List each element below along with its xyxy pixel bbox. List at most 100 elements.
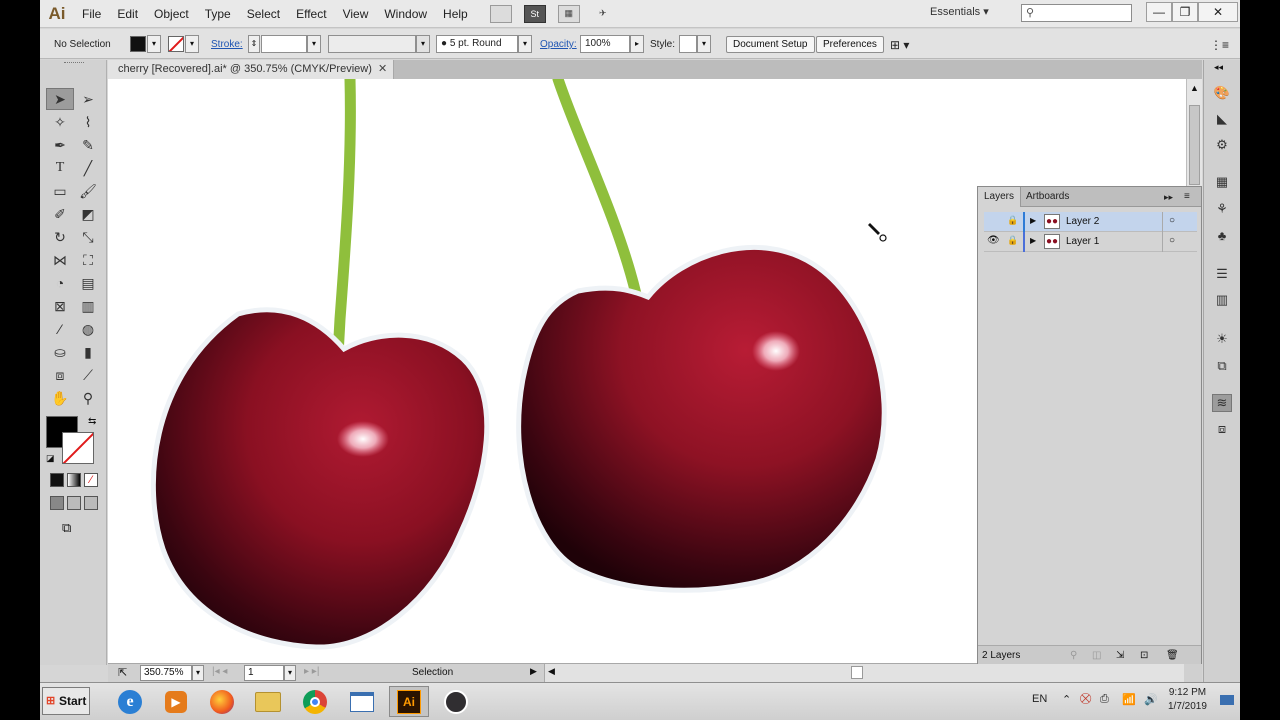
preferences-button[interactable]: Preferences xyxy=(816,36,884,53)
restore-button[interactable]: ❐ xyxy=(1172,2,1198,22)
panel-menu-icon[interactable]: ⋮≡ xyxy=(1210,36,1229,54)
stroke-color-swatch[interactable] xyxy=(168,36,184,52)
language-indicator[interactable]: EN xyxy=(1032,693,1047,705)
arrange-documents-icon[interactable]: ▦ xyxy=(557,4,580,23)
lock-icon[interactable]: 🔒 xyxy=(1007,235,1018,246)
artboards-panel-icon[interactable]: ⧈ xyxy=(1212,420,1232,438)
gradient-panel-icon[interactable]: ▥ xyxy=(1212,291,1232,309)
rectangle-tool-icon[interactable]: ▭ xyxy=(46,180,74,202)
layer-name[interactable]: Layer 2 xyxy=(1066,216,1099,227)
menu-effect[interactable]: Effect xyxy=(288,0,334,28)
scroll-up-icon[interactable]: ▲ xyxy=(1190,83,1199,93)
appearance-icon[interactable]: ☀ xyxy=(1212,330,1232,348)
illustrator-taskbar-icon[interactable]: Ai xyxy=(389,686,429,717)
draw-normal-icon[interactable] xyxy=(50,496,64,510)
opacity-label[interactable]: Opacity: xyxy=(540,36,577,54)
magic-wand-tool-icon[interactable]: ✧ xyxy=(46,111,74,133)
shape-builder-tool-icon[interactable]: ◔ xyxy=(46,272,74,294)
visibility-eye-icon[interactable]: 👁 xyxy=(987,235,1000,246)
menu-window[interactable]: Window xyxy=(376,0,435,28)
obs-icon[interactable] xyxy=(436,686,476,717)
chrome-icon[interactable] xyxy=(295,686,335,717)
scale-tool-icon[interactable]: ⤡ xyxy=(74,226,102,248)
zoom-level-input[interactable]: 350.75% xyxy=(140,665,192,681)
draw-behind-icon[interactable] xyxy=(67,496,81,510)
stroke-panel-icon[interactable]: ☰ xyxy=(1212,265,1232,283)
zoom-tool-icon[interactable]: ⚲ xyxy=(74,387,102,409)
status-menu-icon[interactable]: ▶ xyxy=(530,666,537,677)
tray-app-icon[interactable]: ⛒ xyxy=(1080,693,1091,706)
last-artboard-icon[interactable]: ▸ ▸| xyxy=(304,666,319,677)
show-hidden-icons-icon[interactable]: ⌃ xyxy=(1062,693,1071,706)
slice-tool-icon[interactable]: ⟋ xyxy=(74,364,102,386)
create-sublayer-icon[interactable]: ⇲ xyxy=(1116,646,1124,665)
gradient-mode-icon[interactable] xyxy=(67,473,81,487)
fill-color-swatch[interactable] xyxy=(130,36,146,52)
internet-explorer-icon[interactable]: e xyxy=(110,686,150,717)
gpu-performance-icon[interactable]: ✈ xyxy=(592,5,614,23)
rotate-tool-icon[interactable]: ↻ xyxy=(46,226,74,248)
eraser-tool-icon[interactable]: ◩ xyxy=(74,203,102,225)
document-setup-button[interactable]: Document Setup xyxy=(726,36,815,53)
minimize-button[interactable]: — xyxy=(1146,2,1172,22)
screen-mode-icon[interactable]: ⧉ xyxy=(62,520,71,536)
layer-name[interactable]: Layer 1 xyxy=(1066,236,1099,247)
graphic-styles-icon[interactable]: ⧉ xyxy=(1212,357,1232,375)
properties-icon[interactable]: ⚙ xyxy=(1212,136,1232,154)
bridge-icon[interactable] xyxy=(489,4,512,23)
perspective-grid-tool-icon[interactable]: ▤ xyxy=(74,272,102,294)
zoom-dropdown[interactable]: ▾ xyxy=(192,665,204,681)
stroke-weight-stepper[interactable]: ⇕ xyxy=(248,35,260,53)
stroke-weight-dropdown[interactable]: ▾ xyxy=(307,35,321,53)
shaper-tool-icon[interactable]: ✐ xyxy=(46,203,74,225)
color-guide-icon[interactable]: ◣ xyxy=(1212,110,1232,128)
artboard-dropdown[interactable]: ▾ xyxy=(284,665,296,681)
swap-fill-stroke-icon[interactable]: ⇆ xyxy=(88,416,96,427)
symbol-sprayer-tool-icon[interactable]: ⛀ xyxy=(46,341,74,363)
swatches-icon[interactable]: ▦ xyxy=(1212,173,1232,191)
width-tool-icon[interactable]: ⋈ xyxy=(46,249,74,271)
line-tool-icon[interactable]: ╱ xyxy=(74,157,102,179)
menu-view[interactable]: View xyxy=(335,0,377,28)
expand-layer-icon[interactable]: ▶ xyxy=(1030,236,1036,245)
brush-dropdown[interactable]: ▾ xyxy=(518,35,532,53)
window-app-icon[interactable] xyxy=(342,686,382,717)
stroke-swatch[interactable] xyxy=(62,432,94,464)
close-button[interactable]: ✕ xyxy=(1198,2,1238,22)
artboard-number-input[interactable]: 1 xyxy=(244,665,284,681)
mesh-tool-icon[interactable]: ⊠ xyxy=(46,295,74,317)
artboard-tool-icon[interactable]: ⧈ xyxy=(46,364,74,386)
paintbrush-tool-icon[interactable]: 🖌 xyxy=(74,180,102,202)
expand-layer-icon[interactable]: ▶ xyxy=(1030,216,1036,225)
variable-width-profile[interactable] xyxy=(328,35,416,53)
column-graph-tool-icon[interactable]: ▮ xyxy=(74,341,102,363)
horizontal-scrollbar[interactable]: ◀ xyxy=(544,664,1184,682)
network-icon[interactable]: 📶 xyxy=(1122,693,1136,706)
layer-row-layer-2[interactable]: 🔒 ▶ ●● Layer 2 ○ xyxy=(984,212,1197,232)
stroke-dropdown[interactable]: ▾ xyxy=(185,35,199,53)
variable-width-dropdown[interactable]: ▾ xyxy=(416,35,430,53)
volume-icon[interactable]: 🔊 xyxy=(1144,693,1158,706)
tab-artboards[interactable]: Artboards xyxy=(1020,187,1075,207)
menu-select[interactable]: Select xyxy=(239,0,288,28)
layers-panel-icon[interactable]: ≋ xyxy=(1212,394,1232,412)
vertical-scroll-thumb[interactable] xyxy=(1189,105,1200,185)
workspace-switcher[interactable]: Essentials ▾ xyxy=(930,5,989,18)
stroke-weight-input[interactable] xyxy=(261,35,307,53)
create-new-layer-icon[interactable]: ⊡ xyxy=(1140,646,1148,665)
delete-layer-icon[interactable]: 🗑 xyxy=(1166,646,1179,665)
gradient-tool-icon[interactable]: ▥ xyxy=(74,295,102,317)
direct-selection-tool-icon[interactable]: ➢ xyxy=(74,88,102,110)
collapse-panel-icon[interactable]: ▸▸ xyxy=(1158,187,1179,207)
graphic-style-dropdown[interactable]: ▾ xyxy=(697,35,711,53)
tray-printer-icon[interactable]: ⎙ xyxy=(1100,693,1109,706)
menu-file[interactable]: File xyxy=(74,0,109,28)
pen-tool-icon[interactable]: ✒ xyxy=(46,134,74,156)
menu-type[interactable]: Type xyxy=(197,0,239,28)
hand-tool-icon[interactable]: ✋ xyxy=(46,387,74,409)
share-icon[interactable]: ⇱ xyxy=(118,666,127,679)
draw-inside-icon[interactable] xyxy=(84,496,98,510)
lasso-tool-icon[interactable]: ⌇ xyxy=(74,111,102,133)
brush-definition[interactable]: ● 5 pt. Round xyxy=(436,35,518,53)
none-mode-icon[interactable]: ⁄ xyxy=(84,473,98,487)
